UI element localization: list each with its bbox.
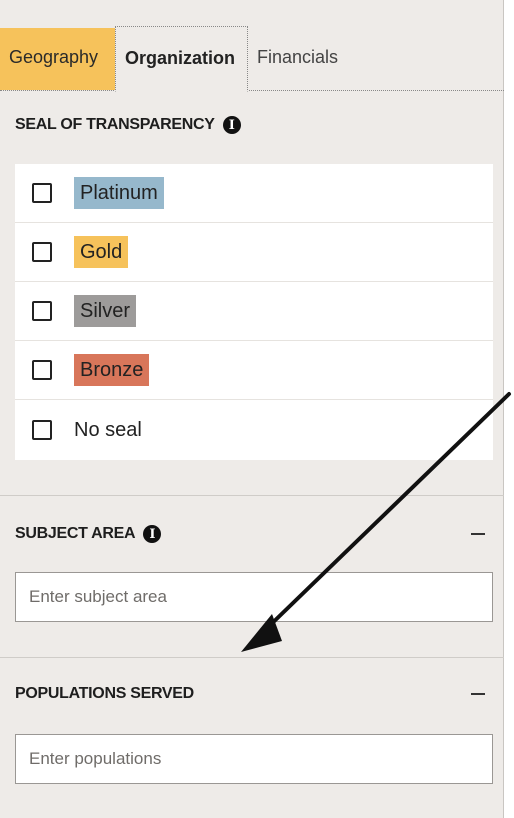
seal-checkbox-silver[interactable] xyxy=(32,301,52,321)
populations-input[interactable] xyxy=(15,734,493,784)
filter-panel: Geography Organization Financials SEAL O… xyxy=(0,0,504,818)
tab-bar: Geography Organization Financials xyxy=(0,0,504,92)
seal-heading-text: SEAL OF TRANSPARENCY xyxy=(15,116,215,133)
section-divider xyxy=(0,657,504,658)
info-circle-icon[interactable]: i xyxy=(143,525,162,543)
seal-checkbox-bronze[interactable] xyxy=(32,360,52,380)
seal-label-no-seal: No seal xyxy=(74,419,142,441)
seal-label-bronze: Bronze xyxy=(74,354,150,386)
section-divider xyxy=(0,495,504,496)
populations-served-heading: POPULATIONS SERVED xyxy=(15,685,194,703)
subject-area-heading: SUBJECT AREA i xyxy=(15,525,162,543)
seal-option-silver[interactable]: Silver xyxy=(15,282,493,341)
subject-area-input[interactable] xyxy=(15,572,493,622)
seal-checkbox-platinum[interactable] xyxy=(32,183,52,203)
minus-icon[interactable] xyxy=(471,693,485,695)
seal-section-heading: SEAL OF TRANSPARENCY i xyxy=(15,116,241,134)
populations-heading-text: POPULATIONS SERVED xyxy=(15,685,194,702)
minus-icon[interactable] xyxy=(471,533,485,535)
seal-label-platinum: Platinum xyxy=(74,177,164,209)
seal-checkbox-no-seal[interactable] xyxy=(32,420,52,440)
info-circle-icon[interactable]: i xyxy=(222,116,241,134)
seal-list: Platinum Gold Silver Bronze No seal xyxy=(15,164,493,460)
seal-option-no-seal[interactable]: No seal xyxy=(15,400,493,460)
seal-option-gold[interactable]: Gold xyxy=(15,223,493,282)
tab-bar-underline xyxy=(0,90,504,91)
seal-checkbox-gold[interactable] xyxy=(32,242,52,262)
seal-option-bronze[interactable]: Bronze xyxy=(15,341,493,400)
subject-area-heading-text: SUBJECT AREA xyxy=(15,525,136,542)
tab-financials[interactable]: Financials xyxy=(248,28,368,90)
seal-option-platinum[interactable]: Platinum xyxy=(15,164,493,223)
seal-label-gold: Gold xyxy=(74,236,129,268)
tab-organization[interactable]: Organization xyxy=(115,26,248,92)
tab-geography[interactable]: Geography xyxy=(0,28,115,90)
seal-label-silver: Silver xyxy=(74,295,137,327)
